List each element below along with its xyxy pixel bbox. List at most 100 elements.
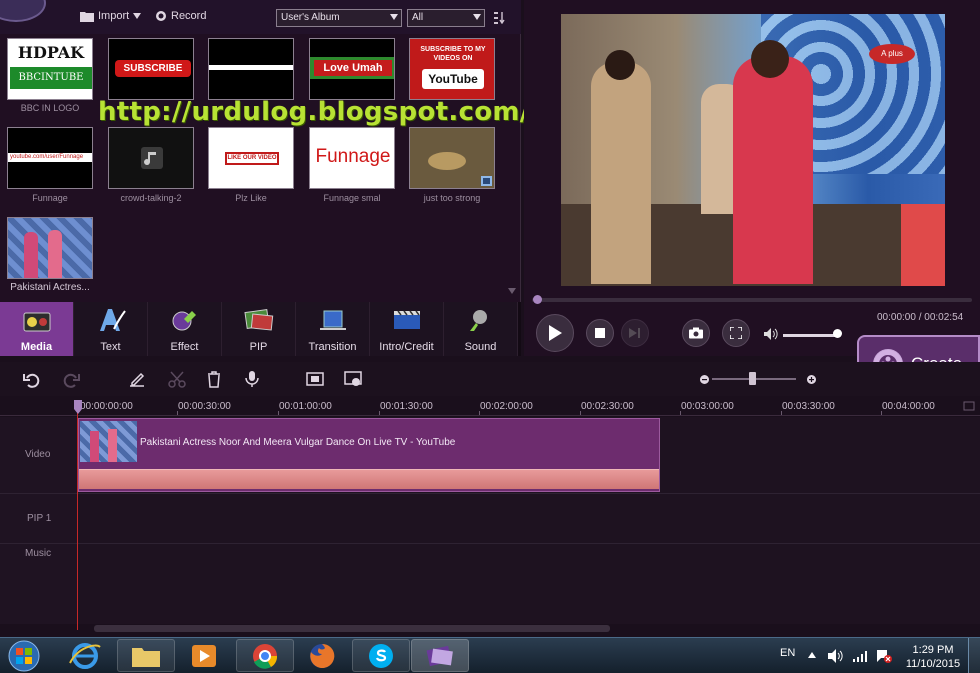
track-label: PIP 1: [27, 513, 52, 524]
system-clock[interactable]: 1:29 PM 11/10/2015: [903, 643, 963, 671]
delete-icon[interactable]: [205, 370, 223, 388]
internet-explorer-icon[interactable]: [68, 641, 102, 671]
volume-slider[interactable]: [783, 334, 837, 337]
tab-sound[interactable]: Sound: [444, 302, 518, 356]
timeline-settings-icon[interactable]: [963, 400, 975, 412]
next-frame-button[interactable]: [621, 319, 649, 347]
undo-icon[interactable]: [22, 370, 40, 388]
album-select[interactable]: User's Album: [276, 9, 402, 27]
taskbar-chrome[interactable]: [236, 639, 294, 672]
record-button[interactable]: Record: [155, 10, 206, 22]
redo-icon[interactable]: [63, 370, 81, 388]
show-hidden-icons-icon[interactable]: [808, 652, 816, 658]
network-icon[interactable]: [853, 650, 869, 662]
library-toolbar: Import Record User's Album All: [0, 0, 521, 34]
timeline-horizontal-scrollbar[interactable]: [94, 625, 610, 632]
track-music[interactable]: [77, 544, 980, 624]
media-icon: [23, 312, 51, 332]
library-item[interactable]: [208, 38, 294, 100]
camera-icon: [689, 327, 703, 339]
fullscreen-button[interactable]: [722, 319, 750, 347]
scrubber-knob[interactable]: [533, 295, 542, 304]
library-item[interactable]: Funnage: [309, 127, 395, 189]
thumb-text: Funnage: [315, 146, 391, 167]
edit-icon[interactable]: [128, 370, 146, 388]
ruler-tick: [881, 411, 882, 415]
snapshot-button[interactable]: [682, 319, 710, 347]
taskbar-video-editor[interactable]: [411, 639, 469, 672]
thumb-text: HDPAK: [10, 43, 92, 65]
zoom-knob[interactable]: [749, 372, 756, 385]
tab-media[interactable]: Media: [0, 302, 74, 356]
library-item[interactable]: SUBSCRIBE: [108, 38, 194, 100]
album-select-value: User's Album: [281, 12, 340, 23]
taskbar-skype[interactable]: [352, 639, 410, 672]
record-icon: [156, 11, 166, 21]
play-button[interactable]: [536, 314, 574, 352]
library-item[interactable]: [409, 127, 495, 189]
import-button[interactable]: Import: [80, 10, 142, 22]
video-preview[interactable]: A plus: [561, 14, 945, 286]
tab-transition[interactable]: Transition: [296, 302, 370, 356]
microphone-icon[interactable]: [243, 370, 261, 388]
track-label: Music: [25, 548, 52, 559]
volume-knob[interactable]: [833, 329, 842, 338]
tab-pip[interactable]: PIP: [222, 302, 296, 356]
action-center-icon[interactable]: [876, 649, 892, 663]
performer-figure: [901, 204, 945, 286]
library-item[interactable]: LIKE OUR VIDEO: [208, 127, 294, 189]
taskbar-media-player[interactable]: [177, 639, 231, 672]
library-item[interactable]: HDPAK BBCINTUBE: [7, 38, 93, 100]
scroll-down-icon[interactable]: [508, 288, 516, 294]
effect-icon: [172, 311, 196, 331]
clip-title: Pakistani Actress Noor And Meera Vulgar …: [140, 437, 456, 448]
timeline-toolbar: [0, 362, 980, 396]
taskbar-firefox[interactable]: [295, 639, 349, 672]
library-item[interactable]: [7, 217, 93, 279]
next-frame-icon: [629, 328, 640, 338]
tab-label: Intro/Credit: [379, 341, 434, 353]
speaker-icon[interactable]: [828, 649, 844, 663]
tab-intro-credit[interactable]: Intro/Credit: [370, 302, 444, 356]
library-item[interactable]: SUBSCRIBE TO MY VIDEOS ON YouTube: [409, 38, 495, 100]
youtube-logo: YouTube: [422, 69, 484, 89]
preview-scrubber[interactable]: [532, 298, 972, 302]
zoom-out-icon[interactable]: [700, 375, 709, 384]
language-indicator[interactable]: EN: [780, 647, 795, 659]
show-desktop-button[interactable]: [968, 638, 980, 673]
media-library-panel: Import Record User's Album All HDPAK BBC…: [0, 0, 529, 302]
settings-icon[interactable]: [344, 370, 362, 388]
filter-select[interactable]: All: [407, 9, 485, 27]
tab-effect[interactable]: Effect: [148, 302, 222, 356]
video-clip[interactable]: Pakistani Actress Noor And Meera Vulgar …: [78, 418, 660, 492]
library-item[interactable]: [108, 127, 194, 189]
folder-icon: [80, 11, 94, 22]
timeline-ruler[interactable]: 00:00:00:00 00:00:30:00 00:01:00:00 00:0…: [0, 396, 980, 416]
library-item-caption: Plz Like: [235, 193, 267, 203]
taskbar-explorer[interactable]: [117, 639, 175, 672]
start-button-icon[interactable]: [4, 639, 44, 673]
playhead[interactable]: [77, 400, 78, 630]
library-item-caption: Funnage: [32, 193, 68, 203]
crop-icon[interactable]: [306, 370, 324, 388]
feature-tabs: Media Text Effect PIP Transition Intro/C…: [0, 302, 521, 356]
sound-icon: [470, 310, 487, 331]
tab-label: Sound: [464, 341, 497, 353]
thumb-figure: [48, 230, 62, 278]
pip-icon: [244, 308, 274, 331]
windows-taskbar: EN 1:29 PM 11/10/2015: [0, 637, 980, 673]
track-pip[interactable]: [77, 494, 980, 544]
zoom-in-icon[interactable]: [807, 375, 816, 384]
skype-icon: [369, 643, 393, 668]
stop-button[interactable]: [586, 319, 614, 347]
sort-icon[interactable]: [494, 12, 506, 24]
scissors-icon[interactable]: [168, 370, 186, 388]
tab-text[interactable]: Text: [74, 302, 148, 356]
volume-icon[interactable]: [764, 328, 778, 340]
playhead-handle-icon[interactable]: [74, 400, 82, 414]
library-item[interactable]: youtube.com/user/Funnage: [7, 127, 93, 189]
ruler-tick: [781, 411, 782, 415]
library-item[interactable]: Love Umah: [309, 38, 395, 100]
thumb-text: LIKE OUR VIDEO: [225, 152, 279, 165]
media-player-icon: [192, 644, 216, 667]
